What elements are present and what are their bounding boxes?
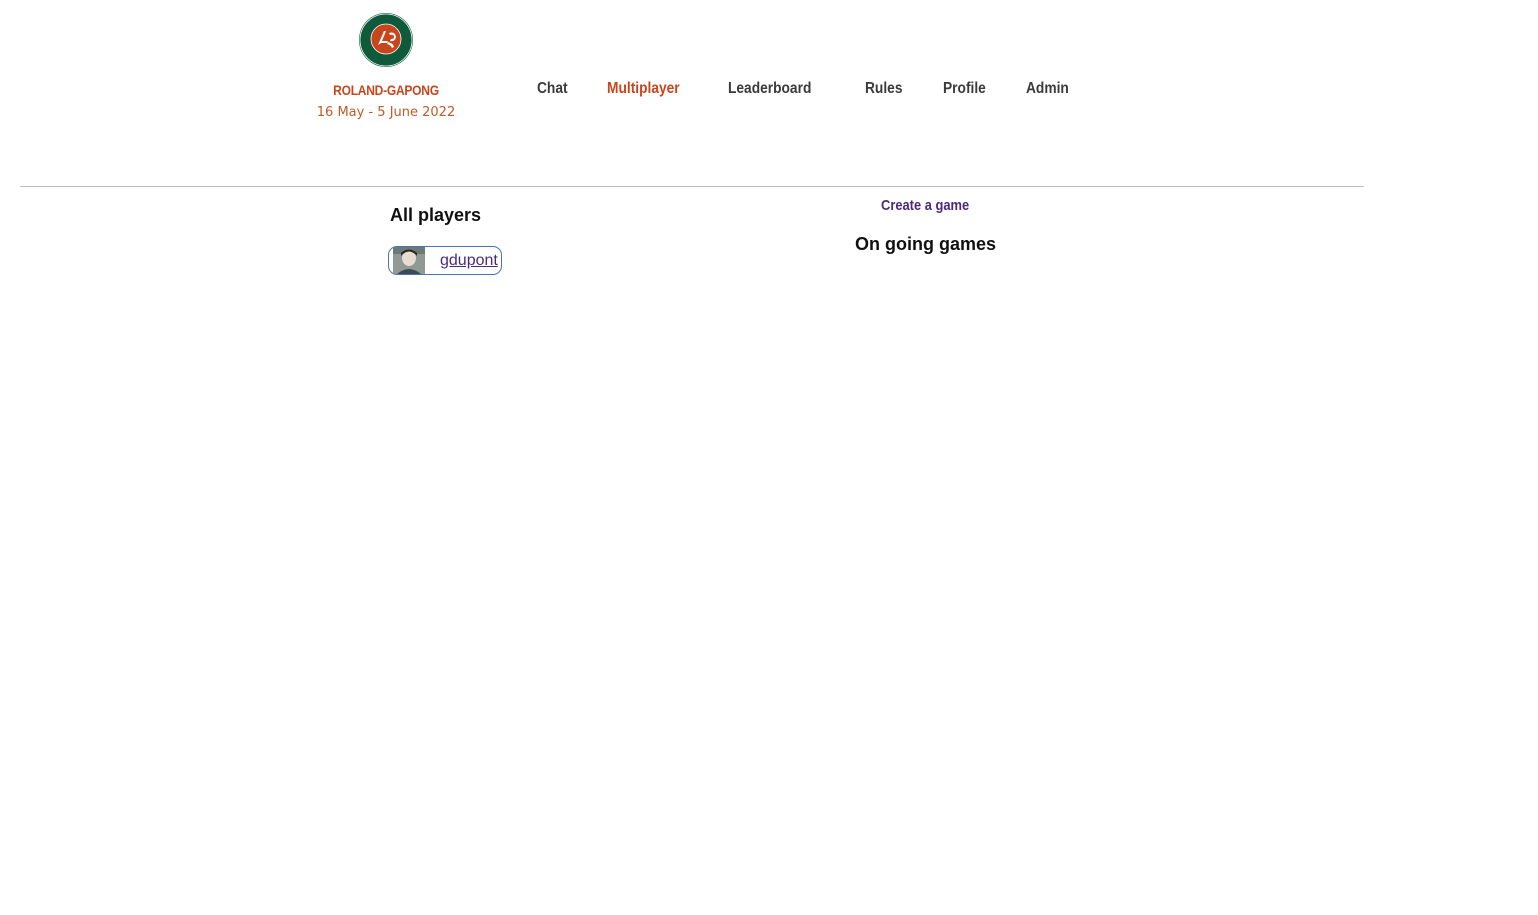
- header-divider: [20, 186, 1364, 187]
- tournament-dates: 16 May - 5 June 2022: [316, 105, 456, 120]
- page: ROLAND-GAPONG 16 May - 5 June 2022 Chat …: [0, 0, 1538, 915]
- nav-admin[interactable]: Admin: [1026, 80, 1069, 98]
- nav-chat[interactable]: Chat: [537, 80, 568, 98]
- all-players-title: All players: [390, 205, 482, 225]
- player-username[interactable]: gdupont: [440, 252, 498, 270]
- brand: ROLAND-GAPONG 16 May - 5 June 2022: [300, 12, 472, 120]
- roland-gapong-logo[interactable]: [358, 12, 414, 68]
- nav-rules[interactable]: Rules: [865, 80, 902, 98]
- nav-profile[interactable]: Profile: [943, 80, 986, 98]
- player-card[interactable]: gdupont: [388, 246, 502, 275]
- nav-multiplayer[interactable]: Multiplayer: [607, 80, 680, 98]
- brand-name: ROLAND-GAPONG: [333, 82, 439, 98]
- main-nav: Chat Multiplayer Leaderboard Rules Profi…: [537, 80, 1076, 98]
- nav-leaderboard[interactable]: Leaderboard: [728, 80, 811, 98]
- ongoing-games-title: On going games: [855, 234, 997, 254]
- avatar: [393, 247, 425, 274]
- create-game-link[interactable]: Create a game: [881, 197, 969, 214]
